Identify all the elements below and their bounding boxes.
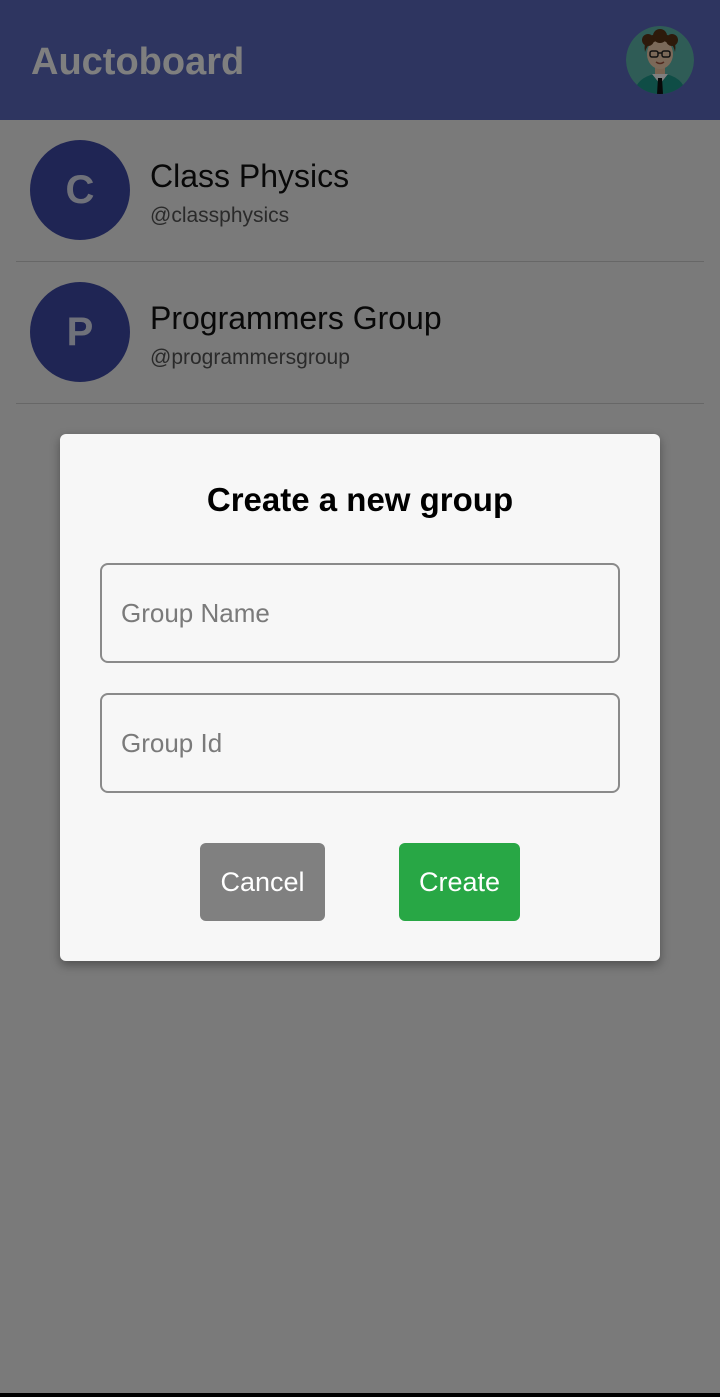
- create-group-dialog: Create a new group Cancel Create: [60, 434, 660, 961]
- group-id-input[interactable]: [102, 695, 618, 791]
- cancel-button[interactable]: Cancel: [200, 843, 325, 921]
- group-name-input[interactable]: [102, 565, 618, 661]
- dialog-title: Create a new group: [206, 481, 514, 518]
- group-name-field: [100, 563, 620, 663]
- group-id-field: [100, 693, 620, 793]
- app-screen: Auctoboard C Class Physics: [0, 0, 720, 1397]
- create-button[interactable]: Create: [399, 843, 520, 921]
- bottom-edge: [0, 1393, 720, 1397]
